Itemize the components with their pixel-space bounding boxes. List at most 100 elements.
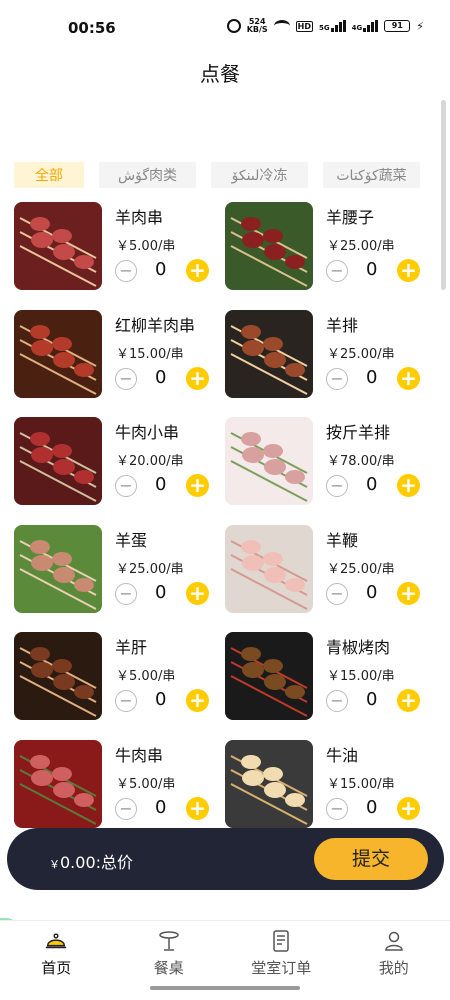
scrollbar[interactable] <box>441 100 446 290</box>
product-currency: ￥ <box>327 777 341 792</box>
product-price: ￥25.00/串 <box>327 343 395 362</box>
product-price-unit: /串 <box>377 346 395 362</box>
product-currency: ￥ <box>327 454 341 470</box>
product-quantity: 0 <box>366 797 378 818</box>
decrease-quantity-button[interactable]: − <box>115 582 137 605</box>
increase-quantity-button[interactable]: + <box>397 797 420 820</box>
nav-tables[interactable]: 餐桌 <box>113 921 226 980</box>
nav-tables-label: 餐桌 <box>153 959 184 977</box>
product-quantity: 0 <box>366 689 378 711</box>
product-card[interactable]: 红柳羊肉串 ￥15.00/串 −0 + <box>14 309 214 400</box>
product-price-value: 25.00 <box>340 346 378 362</box>
product-name: 青椒烤肉 <box>326 638 391 658</box>
product-image <box>225 524 313 613</box>
increase-quantity-button[interactable]: + <box>397 474 420 498</box>
product-quantity: 0 <box>155 366 167 388</box>
increase-quantity-button[interactable]: + <box>186 797 209 820</box>
product-price-unit: /串 <box>377 777 395 792</box>
chef-hat-icon <box>44 929 68 953</box>
decrease-quantity-button[interactable]: − <box>326 475 348 498</box>
product-price-unit: /串 <box>166 454 184 470</box>
product-card[interactable]: 羊肉串 ￥5.00/串 −0 + <box>14 202 214 292</box>
increase-quantity-button[interactable]: + <box>397 581 420 605</box>
tab-meat[interactable]: گۆش肉类 <box>99 162 196 188</box>
product-image <box>225 417 313 506</box>
product-name: 羊排 <box>326 315 359 335</box>
decrease-quantity-button[interactable]: − <box>115 367 137 390</box>
product-image <box>225 632 313 721</box>
increase-quantity-button[interactable]: + <box>186 366 209 390</box>
nav-profile[interactable]: 我的 <box>338 921 450 980</box>
tab-vegetables[interactable]: كۆكتات蔬菜 <box>323 162 420 188</box>
decrease-quantity-button[interactable]: − <box>326 798 348 820</box>
nav-orders-label: 堂室订单 <box>251 959 312 977</box>
decrease-quantity-button[interactable]: − <box>115 798 137 820</box>
product-price-value: 25.00 <box>340 561 378 577</box>
signal-5g-label: 5G <box>319 24 330 32</box>
network-speed-unit: KB/S <box>246 25 268 34</box>
decrease-quantity-button[interactable]: − <box>115 475 137 498</box>
order-list-icon <box>269 929 293 953</box>
nav-orders[interactable]: 堂室订单 <box>225 921 338 980</box>
product-card[interactable]: 牛肉小串 ￥20.00/串 −0 + <box>14 417 214 507</box>
increase-quantity-button[interactable]: + <box>186 689 209 713</box>
product-card[interactable]: 羊鞭 ￥25.00/串 −0 + <box>225 524 425 615</box>
tab-frozen[interactable]: لىنكۆ冷冻 <box>211 162 308 188</box>
home-indicator <box>150 986 300 990</box>
product-card[interactable]: 羊蛋 ￥25.00/串 −0 + <box>14 524 214 615</box>
product-quantity: 0 <box>366 474 378 496</box>
increase-quantity-button[interactable]: + <box>186 581 209 605</box>
product-quantity: 0 <box>366 581 378 603</box>
product-currency: ￥ <box>116 454 130 470</box>
network-speed: 524 KB/S <box>247 18 268 34</box>
signal-4g-icon: 4G <box>352 20 379 32</box>
decrease-quantity-button[interactable]: − <box>115 260 137 282</box>
product-name: 按斤羊排 <box>326 423 391 443</box>
product-name: 羊腰子 <box>326 208 375 227</box>
product-price-unit: /串 <box>157 669 176 685</box>
product-image <box>14 417 102 506</box>
increase-quantity-button[interactable]: + <box>186 259 209 282</box>
tab-all[interactable]: 全部 <box>14 162 84 188</box>
product-image <box>14 524 102 613</box>
product-price-unit: /串 <box>377 669 395 685</box>
product-price: ￥25.00/串 <box>327 558 395 577</box>
submit-button[interactable]: 提交 <box>314 838 428 880</box>
product-quantity: 0 <box>155 474 167 496</box>
increase-quantity-button[interactable]: + <box>397 259 420 282</box>
user-icon <box>382 929 406 953</box>
increase-quantity-button[interactable]: + <box>397 689 420 713</box>
decrease-quantity-button[interactable]: − <box>115 690 137 713</box>
product-currency: ￥ <box>116 239 130 254</box>
decrease-quantity-button[interactable]: − <box>326 367 348 390</box>
product-price: ￥15.00/串 <box>327 665 395 684</box>
product-card[interactable]: 青椒烤肉 ￥15.00/串 −0 + <box>225 632 425 722</box>
product-card[interactable]: 按斤羊排 ￥78.00/串 −0 + <box>225 417 425 507</box>
product-price-value: 78.00 <box>340 454 378 470</box>
nav-home[interactable]: 首页 <box>0 921 113 980</box>
product-price-unit: /串 <box>157 239 176 254</box>
product-quantity: 0 <box>366 366 378 388</box>
product-quantity: 0 <box>366 259 378 280</box>
table-icon <box>157 929 181 953</box>
cart-currency: ￥ <box>49 858 60 871</box>
product-quantity: 0 <box>155 259 167 280</box>
product-price: ￥15.00/串 <box>327 773 395 792</box>
increase-quantity-button[interactable]: + <box>397 366 420 390</box>
product-price-unit: /串 <box>377 239 395 254</box>
product-price-unit: /串 <box>166 346 184 362</box>
product-card[interactable]: 羊排 ￥25.00/串 −0 + <box>225 309 425 400</box>
product-card[interactable]: 羊肝 ￥5.00/串 −0 + <box>14 632 214 722</box>
product-name: 羊肉串 <box>115 208 164 227</box>
decrease-quantity-button[interactable]: − <box>326 582 348 605</box>
product-card[interactable]: 羊腰子 ￥25.00/串 −0 + <box>225 202 425 292</box>
decrease-quantity-button[interactable]: − <box>326 260 348 282</box>
product-price-value: 25.00 <box>340 239 378 254</box>
product-card[interactable]: 牛肉串 ￥5.00/串 −0 + <box>14 740 214 830</box>
product-price: ￥25.00/串 <box>116 558 184 577</box>
product-card[interactable]: 牛油 ￥15.00/串 −0 + <box>225 740 425 830</box>
cart-bar: ￥0.00:总价 提交 <box>7 828 444 890</box>
product-price-unit: /串 <box>157 777 176 792</box>
decrease-quantity-button[interactable]: − <box>326 690 348 713</box>
increase-quantity-button[interactable]: + <box>186 474 209 498</box>
